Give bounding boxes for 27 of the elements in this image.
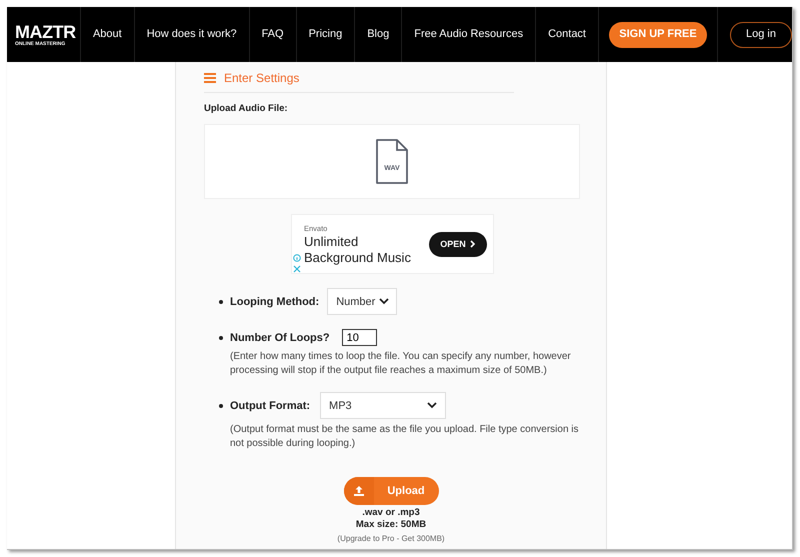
caret-icon bbox=[427, 402, 438, 410]
bullet-icon bbox=[219, 300, 223, 304]
option-label: Output Format: bbox=[230, 398, 310, 414]
loops-input[interactable]: 10 bbox=[342, 329, 377, 346]
formats-text: .wav or .mp3 bbox=[362, 507, 420, 520]
login-button[interactable]: Log in bbox=[730, 22, 792, 48]
option-note: (Enter how many times to loop the file. You can specify any number, however processing will stop if the output file reaches a maximum size of 50MB.) bbox=[230, 350, 572, 378]
upload-label: Upload Audio File: bbox=[204, 102, 289, 116]
option-note: (Output format must be the same as the file you upload. File type conversion is not possible during looping.) bbox=[230, 423, 580, 452]
upgrade-link[interactable]: (Upgrade to Pro - Get 300MB) bbox=[337, 533, 445, 546]
select-field[interactable]: MP3 bbox=[320, 392, 446, 420]
close-icon[interactable] bbox=[293, 265, 301, 274]
info-icon[interactable] bbox=[293, 254, 301, 262]
bullet-icon bbox=[219, 336, 223, 340]
chevron-icon bbox=[470, 240, 476, 248]
section-title: Enter Settings bbox=[224, 70, 300, 87]
ad-headline: Unlimited Background Music bbox=[304, 234, 412, 266]
option-label: Number Of Loops? bbox=[230, 330, 330, 346]
settings-icon bbox=[204, 73, 216, 83]
select-field[interactable]: Number bbox=[327, 288, 398, 316]
open-button[interactable]: OPEN bbox=[429, 232, 487, 257]
nav-link[interactable]: About bbox=[80, 7, 134, 62]
upload-icon bbox=[354, 486, 364, 496]
caret-icon bbox=[379, 298, 390, 306]
bullet-icon bbox=[219, 404, 223, 408]
option-label: Looping Method: bbox=[230, 294, 320, 310]
max-size-text: Max size: 50MB bbox=[356, 519, 426, 532]
